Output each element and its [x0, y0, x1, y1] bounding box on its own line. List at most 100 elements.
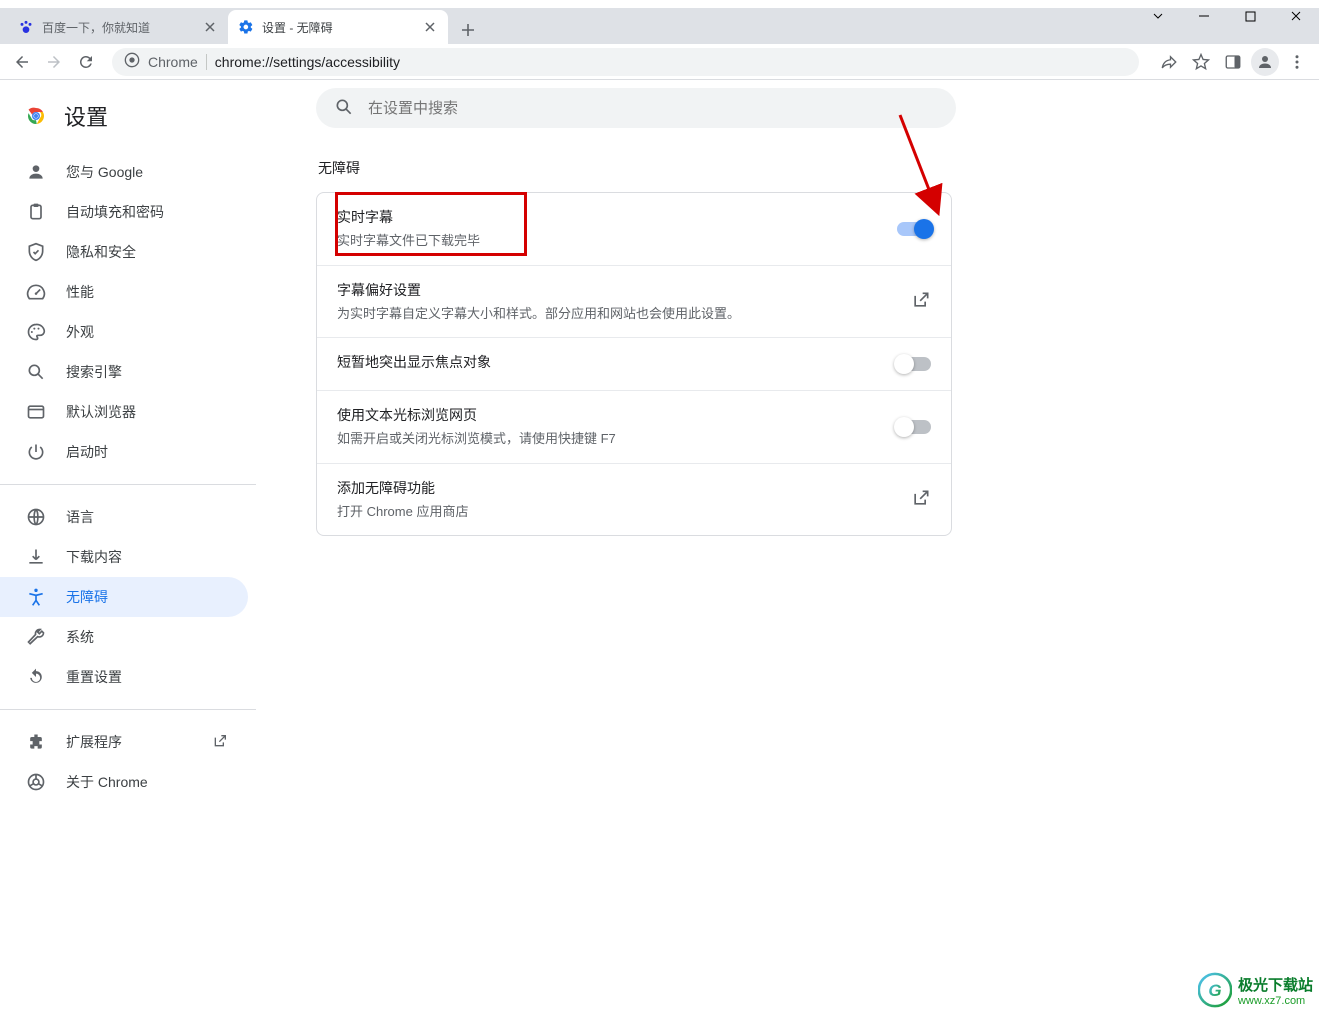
content-area: 设置 您与 Google 自动填充和密码 隐私和安全 性能 外观: [0, 80, 1319, 1013]
nav-divider: [0, 709, 256, 710]
nav-label: 无障碍: [66, 587, 108, 607]
search-icon: [334, 97, 354, 120]
forward-button[interactable]: [40, 48, 68, 76]
svg-text:G: G: [1208, 981, 1221, 1000]
tab-title: 设置 - 无障碍: [262, 19, 414, 36]
section-title: 无障碍: [318, 158, 996, 178]
chrome-icon: [26, 772, 46, 792]
window-dropdown-button[interactable]: [1135, 0, 1181, 32]
row-title: 字幕偏好设置: [337, 280, 895, 300]
sidebar-item-autofill[interactable]: 自动填充和密码: [0, 192, 248, 232]
tab-close-button[interactable]: [202, 19, 218, 35]
sidebar-item-about-chrome[interactable]: 关于 Chrome: [0, 762, 248, 802]
globe-icon: [26, 507, 46, 527]
settings-sidebar: 设置 您与 Google 自动填充和密码 隐私和安全 性能 外观: [0, 80, 256, 1013]
sidebar-item-reset[interactable]: 重置设置: [0, 657, 248, 697]
back-button[interactable]: [8, 48, 36, 76]
chrome-logo-icon: [24, 104, 48, 128]
new-tab-button[interactable]: [454, 16, 482, 44]
accessibility-card: 实时字幕 实时字幕文件已下载完毕 字幕偏好设置 为实时字幕自定义字幕大小和样式。…: [316, 192, 952, 536]
nav-label: 默认浏览器: [66, 402, 136, 422]
caret-browsing-toggle[interactable]: [897, 420, 931, 434]
watermark-logo-icon: G: [1198, 973, 1232, 1007]
sidebar-item-appearance[interactable]: 外观: [0, 312, 248, 352]
nav-label: 隐私和安全: [66, 242, 136, 262]
palette-icon: [26, 322, 46, 342]
browser-tab-settings[interactable]: 设置 - 无障碍: [228, 10, 448, 44]
restore-icon: [26, 667, 46, 687]
sidebar-item-downloads[interactable]: 下载内容: [0, 537, 248, 577]
row-title: 实时字幕: [337, 207, 881, 227]
profile-avatar-button[interactable]: [1251, 48, 1279, 76]
nav-label: 扩展程序: [66, 732, 122, 752]
nav-label: 性能: [66, 282, 94, 302]
focus-highlight-toggle[interactable]: [897, 357, 931, 371]
side-panel-button[interactable]: [1219, 48, 1247, 76]
sidebar-item-performance[interactable]: 性能: [0, 272, 248, 312]
nav-divider: [0, 484, 256, 485]
nav-label: 系统: [66, 627, 94, 647]
nav-label: 关于 Chrome: [66, 772, 148, 792]
share-button[interactable]: [1155, 48, 1183, 76]
row-title: 添加无障碍功能: [337, 478, 895, 498]
url-text: chrome://settings/accessibility: [215, 54, 400, 70]
person-icon: [26, 162, 46, 182]
row-focus-highlight: 短暂地突出显示焦点对象: [317, 338, 951, 391]
search-icon: [26, 362, 46, 382]
shield-icon: [26, 242, 46, 262]
tab-strip: 百度一下，你就知道 设置 - 无障碍: [0, 8, 1319, 44]
power-icon: [26, 442, 46, 462]
external-link-icon: [911, 488, 931, 511]
sidebar-nav-secondary: 语言 下载内容 无障碍 系统 重置设置: [0, 497, 256, 697]
row-subtitle: 为实时字幕自定义字幕大小和样式。部分应用和网站也会使用此设置。: [337, 304, 895, 324]
window-controls: [1135, 0, 1319, 40]
sidebar-header: 设置: [0, 96, 256, 152]
menu-button[interactable]: [1283, 48, 1311, 76]
settings-search-bar[interactable]: [316, 88, 956, 128]
sidebar-nav-primary: 您与 Google 自动填充和密码 隐私和安全 性能 外观 搜索引擎: [0, 152, 256, 472]
row-subtitle: 打开 Chrome 应用商店: [337, 502, 895, 522]
omnibox-divider: [206, 54, 207, 70]
browser-toolbar: Chrome chrome://settings/accessibility: [0, 44, 1319, 80]
sidebar-item-on-startup[interactable]: 启动时: [0, 432, 248, 472]
speed-icon: [26, 282, 46, 302]
nav-label: 重置设置: [66, 667, 122, 687]
row-subtitle: 实时字幕文件已下载完毕: [337, 231, 881, 251]
sidebar-item-accessibility[interactable]: 无障碍: [0, 577, 248, 617]
nav-label: 搜索引擎: [66, 362, 122, 382]
sidebar-item-system[interactable]: 系统: [0, 617, 248, 657]
sidebar-item-you-and-google[interactable]: 您与 Google: [0, 152, 248, 192]
url-scheme-label: Chrome: [148, 54, 198, 70]
tab-title: 百度一下，你就知道: [42, 19, 194, 36]
sidebar-item-privacy[interactable]: 隐私和安全: [0, 232, 248, 272]
window-minimize-button[interactable]: [1181, 0, 1227, 32]
extension-icon: [26, 732, 46, 752]
nav-label: 下载内容: [66, 547, 122, 567]
browser-tab-baidu[interactable]: 百度一下，你就知道: [8, 10, 228, 44]
download-icon: [26, 547, 46, 567]
chrome-page-icon: [124, 52, 140, 71]
tab-close-button[interactable]: [422, 19, 438, 35]
sidebar-item-search-engine[interactable]: 搜索引擎: [0, 352, 248, 392]
baidu-favicon-icon: [18, 19, 34, 35]
row-live-caption: 实时字幕 实时字幕文件已下载完毕: [317, 193, 951, 266]
sidebar-item-extensions[interactable]: 扩展程序: [0, 722, 248, 762]
nav-label: 自动填充和密码: [66, 202, 164, 222]
reload-button[interactable]: [72, 48, 100, 76]
row-title: 使用文本光标浏览网页: [337, 405, 881, 425]
settings-main: 无障碍 实时字幕 实时字幕文件已下载完毕 字幕偏好设置 为实时字幕自定义字幕大小…: [256, 80, 1319, 1013]
bookmark-button[interactable]: [1187, 48, 1215, 76]
nav-label: 您与 Google: [66, 162, 143, 182]
clipboard-icon: [26, 202, 46, 222]
external-link-icon: [212, 733, 228, 752]
row-caption-preferences[interactable]: 字幕偏好设置 为实时字幕自定义字幕大小和样式。部分应用和网站也会使用此设置。: [317, 266, 951, 339]
window-maximize-button[interactable]: [1227, 0, 1273, 32]
external-link-icon: [911, 290, 931, 313]
window-close-button[interactable]: [1273, 0, 1319, 32]
sidebar-item-default-browser[interactable]: 默认浏览器: [0, 392, 248, 432]
settings-search-input[interactable]: [368, 100, 938, 117]
row-add-accessibility[interactable]: 添加无障碍功能 打开 Chrome 应用商店: [317, 464, 951, 536]
address-bar[interactable]: Chrome chrome://settings/accessibility: [112, 48, 1139, 76]
sidebar-item-languages[interactable]: 语言: [0, 497, 248, 537]
live-caption-toggle[interactable]: [897, 222, 931, 236]
